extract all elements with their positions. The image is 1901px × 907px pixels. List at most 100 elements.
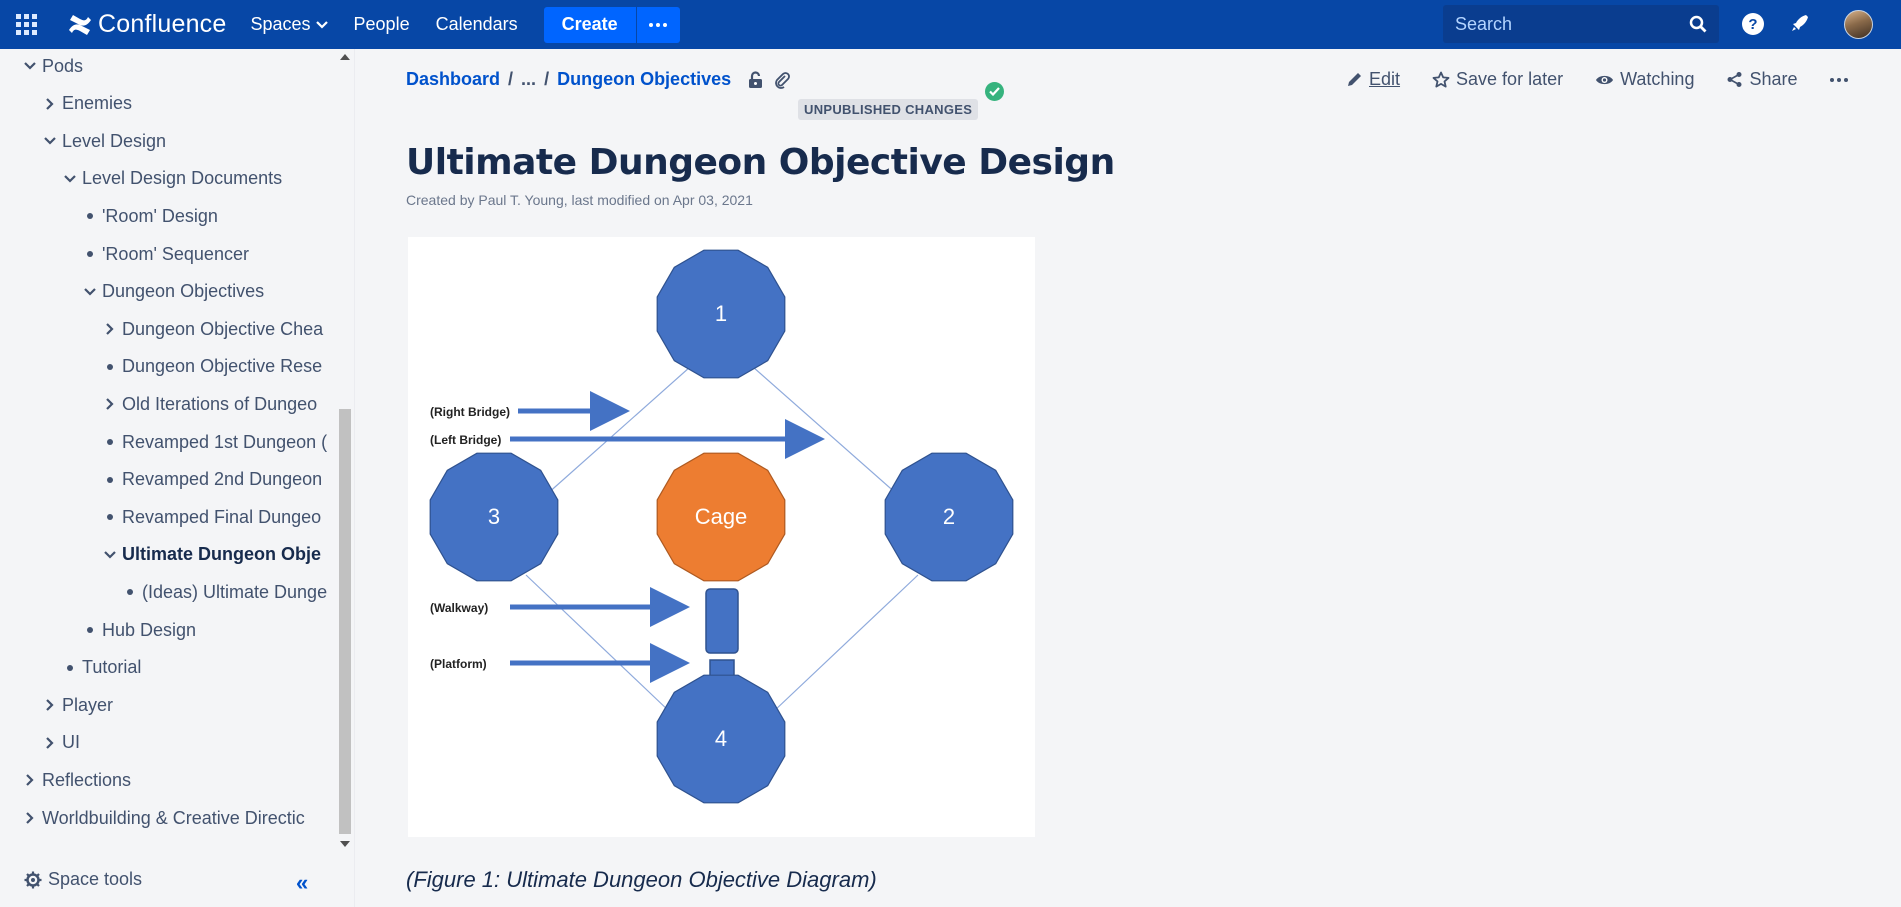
gear-icon xyxy=(24,871,42,888)
share-icon xyxy=(1727,72,1742,87)
tree-item-label: Worldbuilding & Creative Directic xyxy=(42,807,305,828)
tree-item[interactable]: Revamped 2nd Dungeon xyxy=(100,465,322,495)
chevron-right-icon[interactable] xyxy=(100,398,120,411)
tree-item[interactable]: Level Design xyxy=(40,126,166,156)
tree-item-label: Revamped 1st Dungeon ( xyxy=(122,431,328,452)
tree-item[interactable]: Revamped 1st Dungeon ( xyxy=(100,427,327,457)
space-tools-button[interactable]: Space tools xyxy=(24,869,142,890)
tree-item[interactable]: (Ideas) Ultimate Dunge xyxy=(120,577,327,607)
chevron-right-icon[interactable] xyxy=(40,97,60,110)
tree-item[interactable]: Enemies xyxy=(40,89,132,119)
tree-item-label: UI xyxy=(62,732,80,753)
share-button[interactable]: Share xyxy=(1726,69,1798,90)
tree-item[interactable]: Revamped Final Dungeo xyxy=(100,502,321,532)
tree-item[interactable]: Old Iterations of Dungeo xyxy=(100,389,317,419)
tree-item-label: Enemies xyxy=(62,93,133,114)
bullet-icon xyxy=(80,627,100,633)
page-byline: Created by Paul T. Young, last modified … xyxy=(406,192,753,208)
chevron-down-icon[interactable] xyxy=(60,175,80,183)
connector-1-3 xyxy=(545,366,691,496)
scroll-up-arrow-icon[interactable] xyxy=(340,54,350,60)
edit-button[interactable]: Edit xyxy=(1346,69,1400,90)
bullet-icon xyxy=(120,589,140,596)
tree-item[interactable]: Dungeon Objectives xyxy=(80,277,264,307)
tree-item[interactable]: Tutorial xyxy=(60,653,141,683)
tree-item[interactable]: 'Room' Design xyxy=(80,201,218,231)
nav-calendars[interactable]: Calendars xyxy=(436,14,518,35)
page-tree: Pods Enemies Level Design Level Design Docu… xyxy=(0,49,336,849)
tree-item[interactable]: Reflections xyxy=(20,765,131,795)
tree-item[interactable]: Pods xyxy=(20,51,83,81)
breadcrumb-ellipsis[interactable]: ... xyxy=(521,69,536,90)
verified-icon xyxy=(985,82,1004,101)
tree-item-label: Dungeon Objective Rese xyxy=(122,356,323,377)
node-cage-label: Cage xyxy=(695,504,748,529)
walkway-block xyxy=(705,588,739,654)
share-label: Share xyxy=(1749,69,1798,89)
edit-label: Edit xyxy=(1369,69,1401,89)
breadcrumb-dashboard[interactable]: Dashboard xyxy=(406,69,500,90)
save-for-later-button[interactable]: Save for later xyxy=(1432,69,1563,90)
bullet-icon xyxy=(60,664,80,671)
app-switcher-icon[interactable] xyxy=(0,0,52,49)
more-actions-button[interactable] xyxy=(1829,77,1848,82)
breadcrumb: Dashboard / ... / Dungeon Objectives xyxy=(406,69,791,90)
tree-item[interactable]: Hub Design xyxy=(80,615,196,645)
connector-3-4 xyxy=(525,574,671,713)
watching-button[interactable]: Watching xyxy=(1595,69,1694,90)
figure-caption: (Figure 1: Ultimate Dungeon Objective Di… xyxy=(406,867,877,892)
chevron-down-icon[interactable] xyxy=(80,287,100,296)
tree-item[interactable]: Worldbuilding & Creative Directic xyxy=(20,803,305,833)
page-content: Dashboard / ... / Dungeon Objectives UNP… xyxy=(356,49,1901,907)
platform-block xyxy=(709,659,735,677)
create-more-button[interactable] xyxy=(635,6,680,43)
tree-item[interactable]: 'Room' Sequencer xyxy=(80,239,249,269)
scroll-down-arrow-icon[interactable] xyxy=(340,841,350,847)
tree-item-label: Level Design Documents xyxy=(82,168,283,189)
nav-people[interactable]: People xyxy=(354,14,410,35)
chevron-down-icon[interactable] xyxy=(20,62,40,70)
chevron-right-icon[interactable] xyxy=(100,323,120,335)
bullet-icon xyxy=(80,251,100,257)
unlock-icon[interactable] xyxy=(747,70,764,89)
tree-item[interactable]: Player xyxy=(40,690,113,720)
bullet-icon xyxy=(100,476,120,483)
more-icon xyxy=(649,22,668,27)
attachment-icon[interactable] xyxy=(774,71,791,89)
breadcrumb-separator: / xyxy=(508,69,514,89)
tree-item[interactable]: UI xyxy=(40,728,80,758)
chevron-down-icon[interactable] xyxy=(40,137,60,145)
notifications-icon[interactable] xyxy=(1789,12,1811,39)
chevron-right-icon[interactable] xyxy=(40,699,60,711)
create-button[interactable]: Create xyxy=(543,6,636,43)
tree-item-label: 'Room' Sequencer xyxy=(102,243,249,264)
user-avatar[interactable] xyxy=(1844,10,1873,39)
unpublished-changes-badge[interactable]: UNPUBLISHED CHANGES xyxy=(798,99,979,120)
tree-item[interactable]: Level Design Documents xyxy=(60,164,282,194)
eye-icon xyxy=(1596,75,1614,84)
page-actions: Edit Save for later Watching Share xyxy=(1346,69,1880,90)
nav-spaces[interactable]: Spaces xyxy=(250,14,328,35)
help-icon[interactable]: ? xyxy=(1742,13,1764,35)
space-tools-label: Space tools xyxy=(48,869,143,889)
chevron-down-icon[interactable] xyxy=(100,551,120,559)
sidebar-scrollbar-thumb[interactable] xyxy=(339,409,351,834)
node-2-label: 2 xyxy=(943,504,955,529)
bullet-icon xyxy=(100,439,120,445)
search-input[interactable]: Search xyxy=(1443,5,1719,43)
bullet-icon xyxy=(100,514,120,521)
page-title: Ultimate Dungeon Objective Design xyxy=(406,142,1115,183)
search-icon xyxy=(1689,15,1707,33)
tree-item-label: Revamped Final Dungeo xyxy=(122,506,322,527)
chevron-right-icon[interactable] xyxy=(40,737,60,749)
tree-item[interactable]: Ultimate Dungeon Obje xyxy=(100,540,321,570)
tree-item[interactable]: Dungeon Objective Chea xyxy=(100,314,323,344)
tree-item[interactable]: Dungeon Objective Rese xyxy=(100,352,322,382)
chevron-right-icon[interactable] xyxy=(20,774,40,787)
tree-item-label: Level Design xyxy=(62,130,167,151)
tree-item-label: Dungeon Objective Chea xyxy=(122,318,324,339)
breadcrumb-dungeon-objectives[interactable]: Dungeon Objectives xyxy=(557,69,731,90)
chevron-right-icon[interactable] xyxy=(20,812,40,824)
collapse-sidebar-icon[interactable]: « xyxy=(296,870,308,896)
confluence-logo[interactable]: Confluence xyxy=(68,10,226,39)
